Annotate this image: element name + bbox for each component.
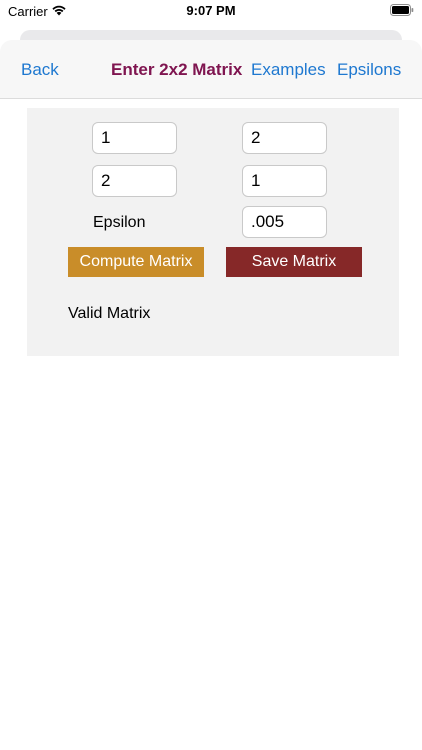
examples-button[interactable]: Examples [251, 60, 326, 80]
page-title: Enter 2x2 Matrix [111, 60, 243, 79]
validation-status: Valid Matrix [68, 305, 151, 322]
clock: 9:07 PM [186, 3, 236, 18]
back-button[interactable]: Back [21, 60, 59, 80]
matrix-panel: Epsilon Compute Matrix Save Matrix Valid… [27, 108, 399, 356]
compute-matrix-button[interactable]: Compute Matrix [68, 247, 204, 277]
matrix-cell-a12-input[interactable] [242, 122, 327, 154]
matrix-cell-a22-input[interactable] [242, 165, 327, 197]
epsilon-input[interactable] [242, 206, 327, 238]
battery-icon [390, 4, 414, 16]
status-bar: Carrier 9:07 PM [0, 0, 422, 24]
matrix-cell-a21-input[interactable] [92, 165, 177, 197]
screen: Carrier 9:07 PM Back Enter 2x2 Matrix Ex… [0, 0, 422, 750]
epsilons-button[interactable]: Epsilons [337, 60, 401, 80]
save-matrix-button[interactable]: Save Matrix [226, 247, 362, 277]
epsilon-label: Epsilon [93, 214, 146, 231]
navigation-bar: Back Enter 2x2 Matrix Examples Epsilons [0, 40, 422, 99]
modal-sheet: Back Enter 2x2 Matrix Examples Epsilons … [0, 40, 422, 750]
matrix-cell-a11-input[interactable] [92, 122, 177, 154]
